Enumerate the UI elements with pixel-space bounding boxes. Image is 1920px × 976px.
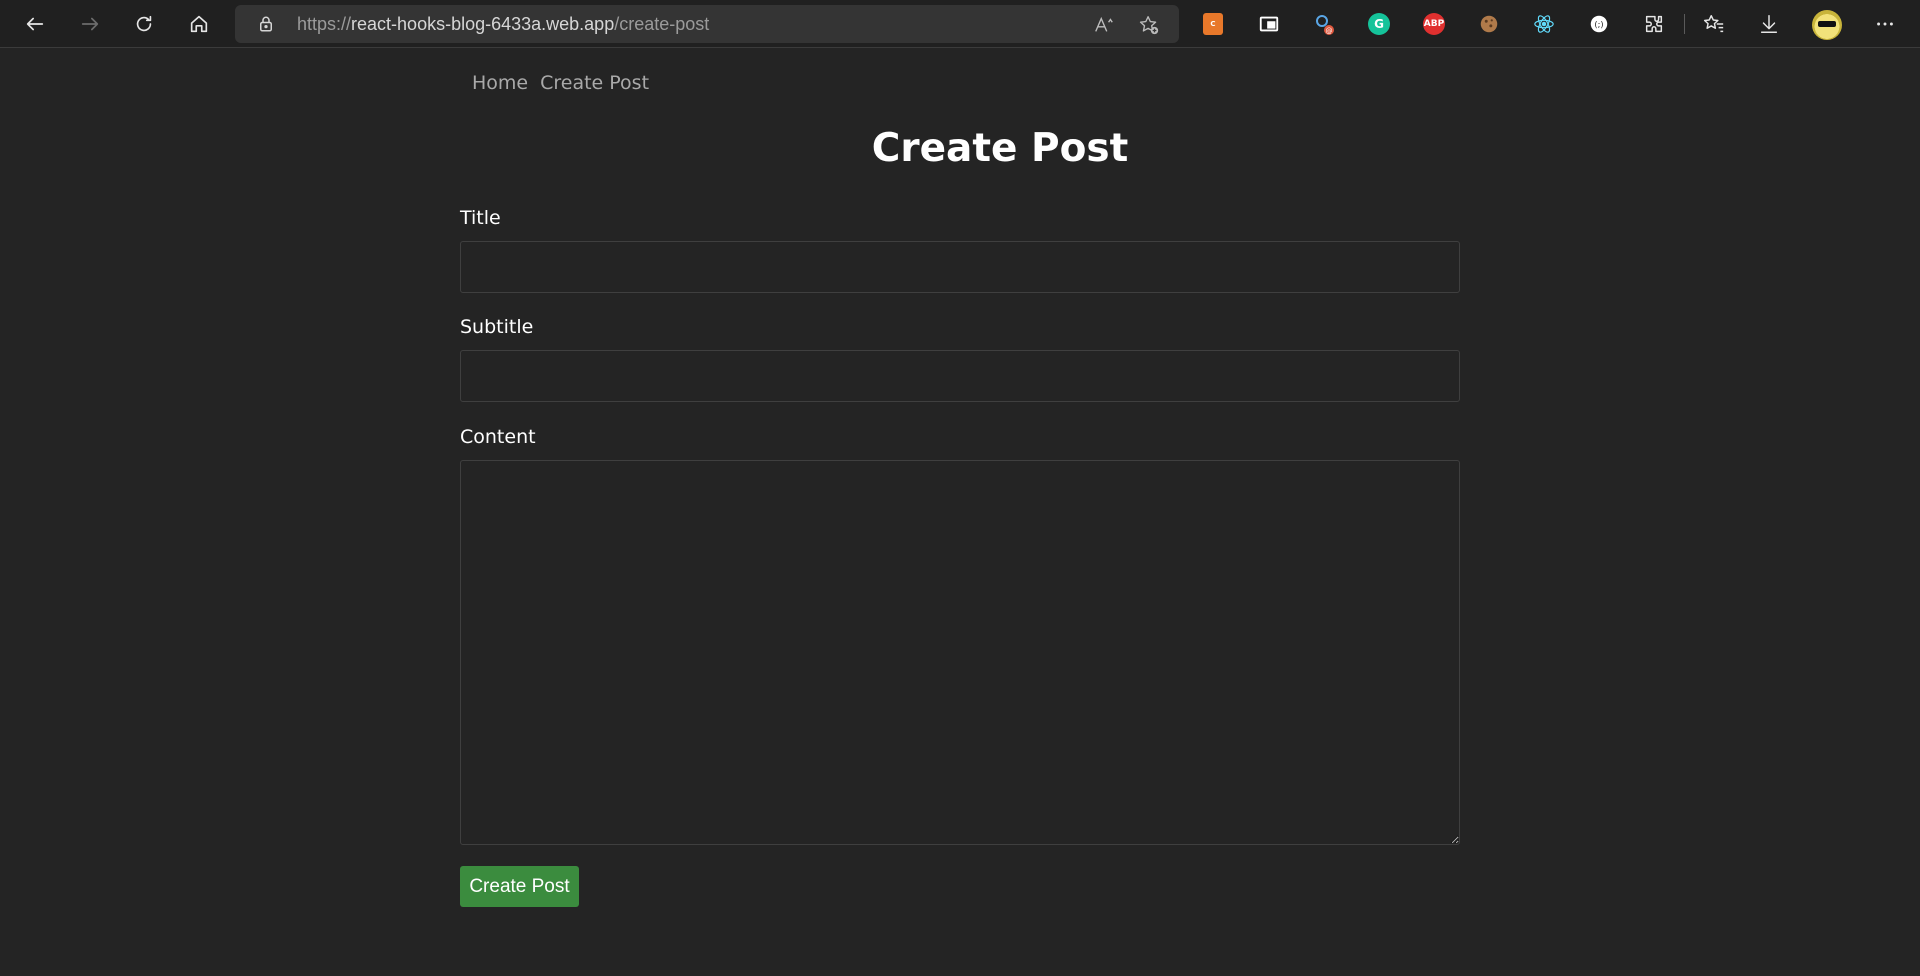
forward-button[interactable] bbox=[72, 6, 108, 42]
subtitle-label: Subtitle bbox=[460, 316, 534, 338]
url-text[interactable]: https://react-hooks-blog-6433a.web.app/c… bbox=[297, 5, 709, 43]
toolbar-divider bbox=[1684, 14, 1685, 34]
url-host: react-hooks-blog-6433a.web.app bbox=[351, 14, 615, 34]
svg-text:@: @ bbox=[1326, 27, 1333, 35]
forward-arrow-icon bbox=[81, 17, 99, 31]
cookie-extension-icon[interactable] bbox=[1477, 12, 1501, 36]
page-title: Create Post bbox=[0, 126, 1920, 171]
add-favorite-icon[interactable] bbox=[1137, 13, 1161, 37]
picture-in-picture-extension-icon[interactable] bbox=[1257, 12, 1281, 36]
skip-extension-icon[interactable]: C bbox=[1201, 12, 1225, 36]
url-path: /create-post bbox=[614, 14, 710, 34]
create-post-button[interactable]: Create Post bbox=[460, 866, 579, 907]
address-bar[interactable]: https://react-hooks-blog-6433a.web.app/c… bbox=[235, 5, 1179, 43]
grammarly-extension-icon[interactable]: G bbox=[1367, 12, 1391, 36]
refresh-button[interactable] bbox=[126, 6, 162, 42]
profile-avatar[interactable] bbox=[1812, 10, 1842, 40]
react-devtools-extension-icon[interactable] bbox=[1532, 12, 1556, 36]
content-textarea[interactable] bbox=[460, 460, 1460, 845]
page-title-text: Create Post bbox=[871, 126, 1129, 171]
back-button[interactable] bbox=[17, 6, 53, 42]
circle-extension-icon[interactable]: (;) bbox=[1587, 12, 1611, 36]
avatar-glasses bbox=[1818, 21, 1836, 27]
title-label: Title bbox=[460, 207, 501, 229]
downloads-icon[interactable] bbox=[1757, 12, 1781, 36]
adblock-plus-extension-icon[interactable]: ABP bbox=[1422, 12, 1446, 36]
content-label: Content bbox=[460, 426, 536, 448]
nav-home-link[interactable]: Home bbox=[472, 72, 528, 96]
site-nav: Home Create Post bbox=[472, 72, 649, 96]
favorites-icon[interactable] bbox=[1702, 12, 1726, 36]
lock-icon[interactable] bbox=[257, 15, 275, 33]
nav-create-post-link[interactable]: Create Post bbox=[540, 72, 649, 96]
read-aloud-icon[interactable] bbox=[1092, 13, 1116, 37]
more-icon[interactable] bbox=[1873, 12, 1897, 36]
svg-text:(;): (;) bbox=[1594, 19, 1603, 29]
refresh-icon bbox=[136, 15, 152, 32]
home-button[interactable] bbox=[181, 6, 217, 42]
home-icon bbox=[190, 15, 208, 33]
extensions-icon[interactable] bbox=[1642, 12, 1666, 36]
browser-toolbar: https://react-hooks-blog-6433a.web.app/c… bbox=[0, 0, 1920, 48]
link-extension-icon[interactable]: @ bbox=[1312, 12, 1336, 36]
title-input[interactable] bbox=[460, 241, 1460, 293]
subtitle-input[interactable] bbox=[460, 350, 1460, 402]
url-scheme: https:// bbox=[297, 14, 352, 34]
back-arrow-icon bbox=[26, 17, 44, 31]
